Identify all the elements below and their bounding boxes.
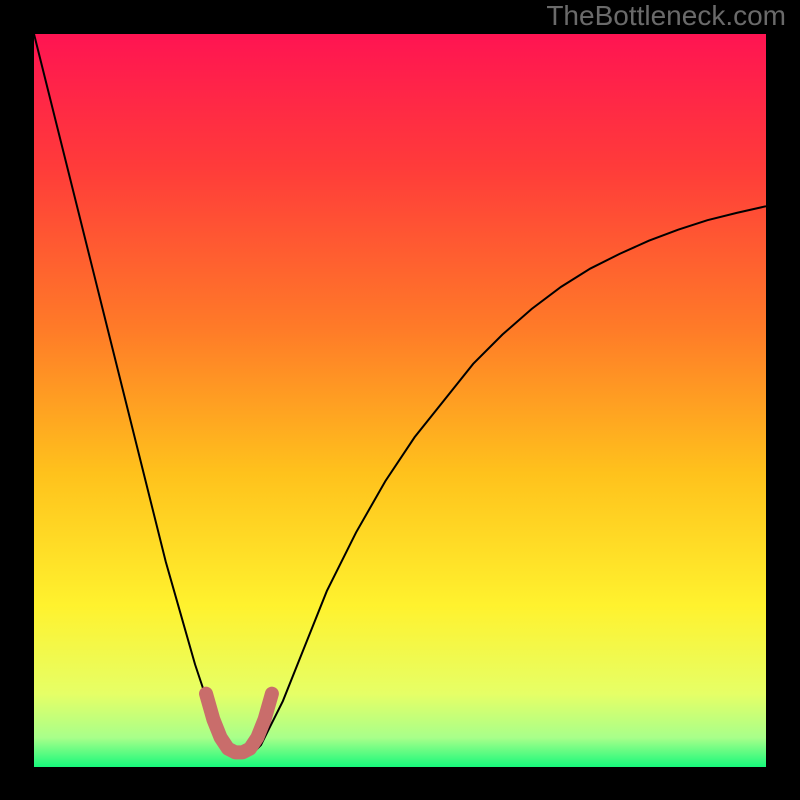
bottleneck-chart: TheBottleneck.com (0, 0, 800, 800)
chart-canvas (0, 0, 800, 800)
plot-background (34, 34, 766, 767)
watermark-text: TheBottleneck.com (546, 0, 786, 32)
